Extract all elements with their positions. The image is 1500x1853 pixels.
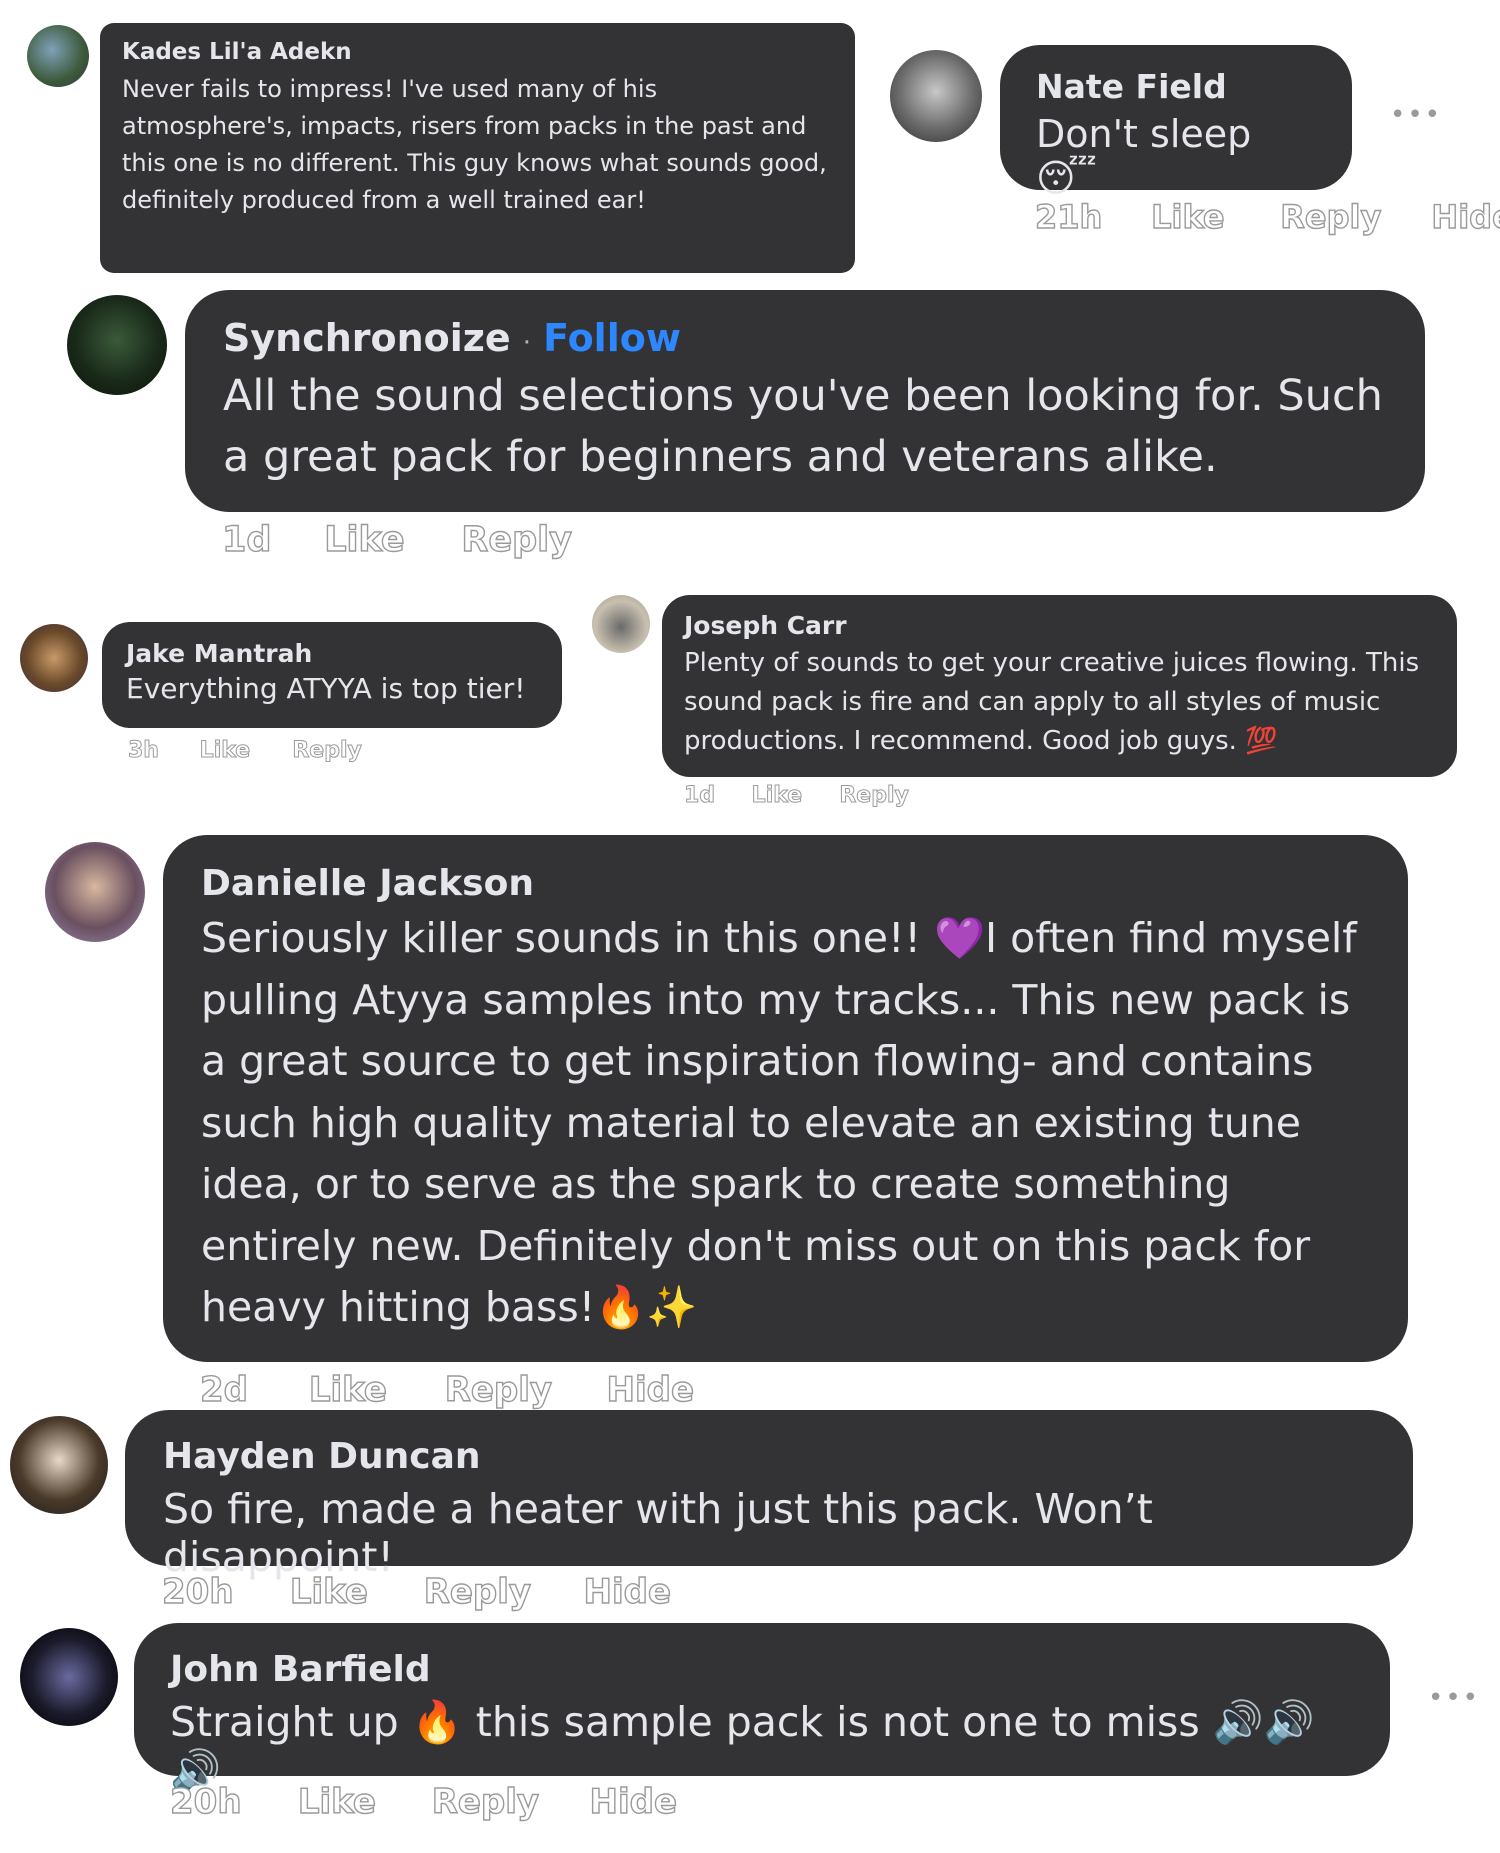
comment-bubble: Hayden Duncan So fire, made a heater wit… [125,1410,1413,1581]
more-options-icon[interactable]: ••• [1390,100,1442,130]
like-button[interactable]: Like [751,783,832,809]
comment-text: Everything ATYYA is top tier! [126,672,526,705]
comment-text: Don't sleep 😴 [1036,112,1316,200]
avatar[interactable] [20,624,88,692]
like-button[interactable]: Like [297,1781,420,1822]
comment-text: Plenty of sounds to get your creative ju… [684,644,1435,761]
follow-button[interactable]: Follow [543,316,681,360]
comment-text-body: this sample pack is not one to miss [475,1698,1200,1746]
reply-button[interactable]: Reply [444,1369,595,1410]
comment-text: Seriously killer sounds in this one!! 💜I… [201,908,1370,1339]
more-options-icon[interactable]: ••• [1428,1683,1480,1713]
like-button[interactable]: Like [323,519,449,560]
fire-emoji: 🔥 [411,1698,463,1746]
fire-sparkles-emoji: 🔥✨ [595,1283,698,1331]
avatar[interactable] [592,595,650,653]
comment-time[interactable]: 2d [199,1369,297,1410]
separator-dot: · [522,328,532,358]
comment-author[interactable]: Danielle Jackson [201,863,1370,904]
comment-author[interactable]: Hayden Duncan [163,1436,1375,1477]
comment-text: Never fails to impress! I've used many o… [122,75,827,214]
avatar[interactable] [27,25,89,87]
like-button[interactable]: Like [308,1369,433,1410]
comment-text-body: Straight up [170,1698,399,1746]
comment-author[interactable]: Synchronoize [223,316,511,360]
comment-text: All the sound selections you've been loo… [223,371,1383,482]
comment-bubble: Joseph Carr Plenty of sounds to get your… [662,595,1457,777]
comment-bubble: Nate Field Don't sleep 😴 [1000,45,1352,200]
avatar[interactable] [10,1416,108,1514]
hundred-emoji: 💯 [1245,726,1278,756]
like-button[interactable]: Like [199,738,285,764]
comment-time[interactable]: 3h [128,738,192,764]
comment-text: So fire, made a heater with just this pa… [163,1485,1153,1581]
comment-time[interactable]: 20h [169,1781,286,1822]
comment-bubble: John Barfield Straight up 🔥 this sample … [134,1623,1390,1795]
comment-author[interactable]: Nate Field [1036,67,1316,106]
comment-time[interactable]: 1d [684,783,744,809]
comment-text-body: Seriously killer sounds in this one!! [201,914,921,962]
comment-time[interactable]: 20h [161,1571,278,1612]
comment-actions: 1d Like Reply [221,519,573,560]
comment-actions: 2d Like Reply Hide [199,1369,695,1410]
purple-heart-emoji: 💜 [933,914,986,962]
avatar[interactable] [45,842,145,942]
reply-button[interactable]: Reply [431,1781,578,1822]
comment-author[interactable]: Jake Mantrah [126,639,538,668]
like-button[interactable]: Like [289,1571,412,1612]
comment-time[interactable]: 1d [221,519,312,560]
reply-button[interactable]: Reply [292,738,362,764]
comment-actions: 20h Like Reply Hide [169,1781,678,1822]
comment-bubble: Danielle Jackson Seriously killer sounds… [163,835,1408,1362]
hide-button[interactable]: Hide [606,1369,695,1410]
comment-actions: 21h Like Reply Hide [1034,197,1500,236]
reply-button[interactable]: Reply [423,1571,572,1612]
comment-time[interactable]: 21h [1034,197,1140,236]
avatar[interactable] [67,295,167,395]
avatar[interactable] [20,1628,118,1726]
reply-button[interactable]: Reply [1280,197,1420,236]
comment-actions: 1d Like Reply [684,783,910,809]
comment-text-body: Don't sleep [1036,112,1252,156]
reply-button[interactable]: Reply [461,519,573,560]
hide-button[interactable]: Hide [583,1571,672,1612]
comment-text-body: Plenty of sounds to get your creative ju… [684,648,1420,756]
comment-bubble: Synchronoize · Follow All the sound sele… [185,290,1425,512]
sleeping-emoji: 😴 [1036,156,1097,200]
comment-text-body: I often find myself pulling Atyya sample… [201,914,1357,1331]
comment-bubble: Kades Lil'a Adekn Never fails to impress… [100,23,855,273]
avatar[interactable] [890,50,982,142]
comment-actions: 3h Like Reply [128,738,363,764]
comment-actions: 20h Like Reply Hide [161,1571,672,1612]
hide-button[interactable]: Hide [589,1781,678,1822]
comment-author[interactable]: John Barfield [170,1649,1354,1690]
reply-button[interactable]: Reply [839,783,909,809]
hide-button[interactable]: Hide [1431,197,1500,236]
comment-bubble: Jake Mantrah Everything ATYYA is top tie… [102,622,562,728]
comment-author[interactable]: Joseph Carr [684,611,1435,640]
like-button[interactable]: Like [1150,197,1269,236]
comment-author[interactable]: Kades Lil'a Adekn [122,39,833,65]
